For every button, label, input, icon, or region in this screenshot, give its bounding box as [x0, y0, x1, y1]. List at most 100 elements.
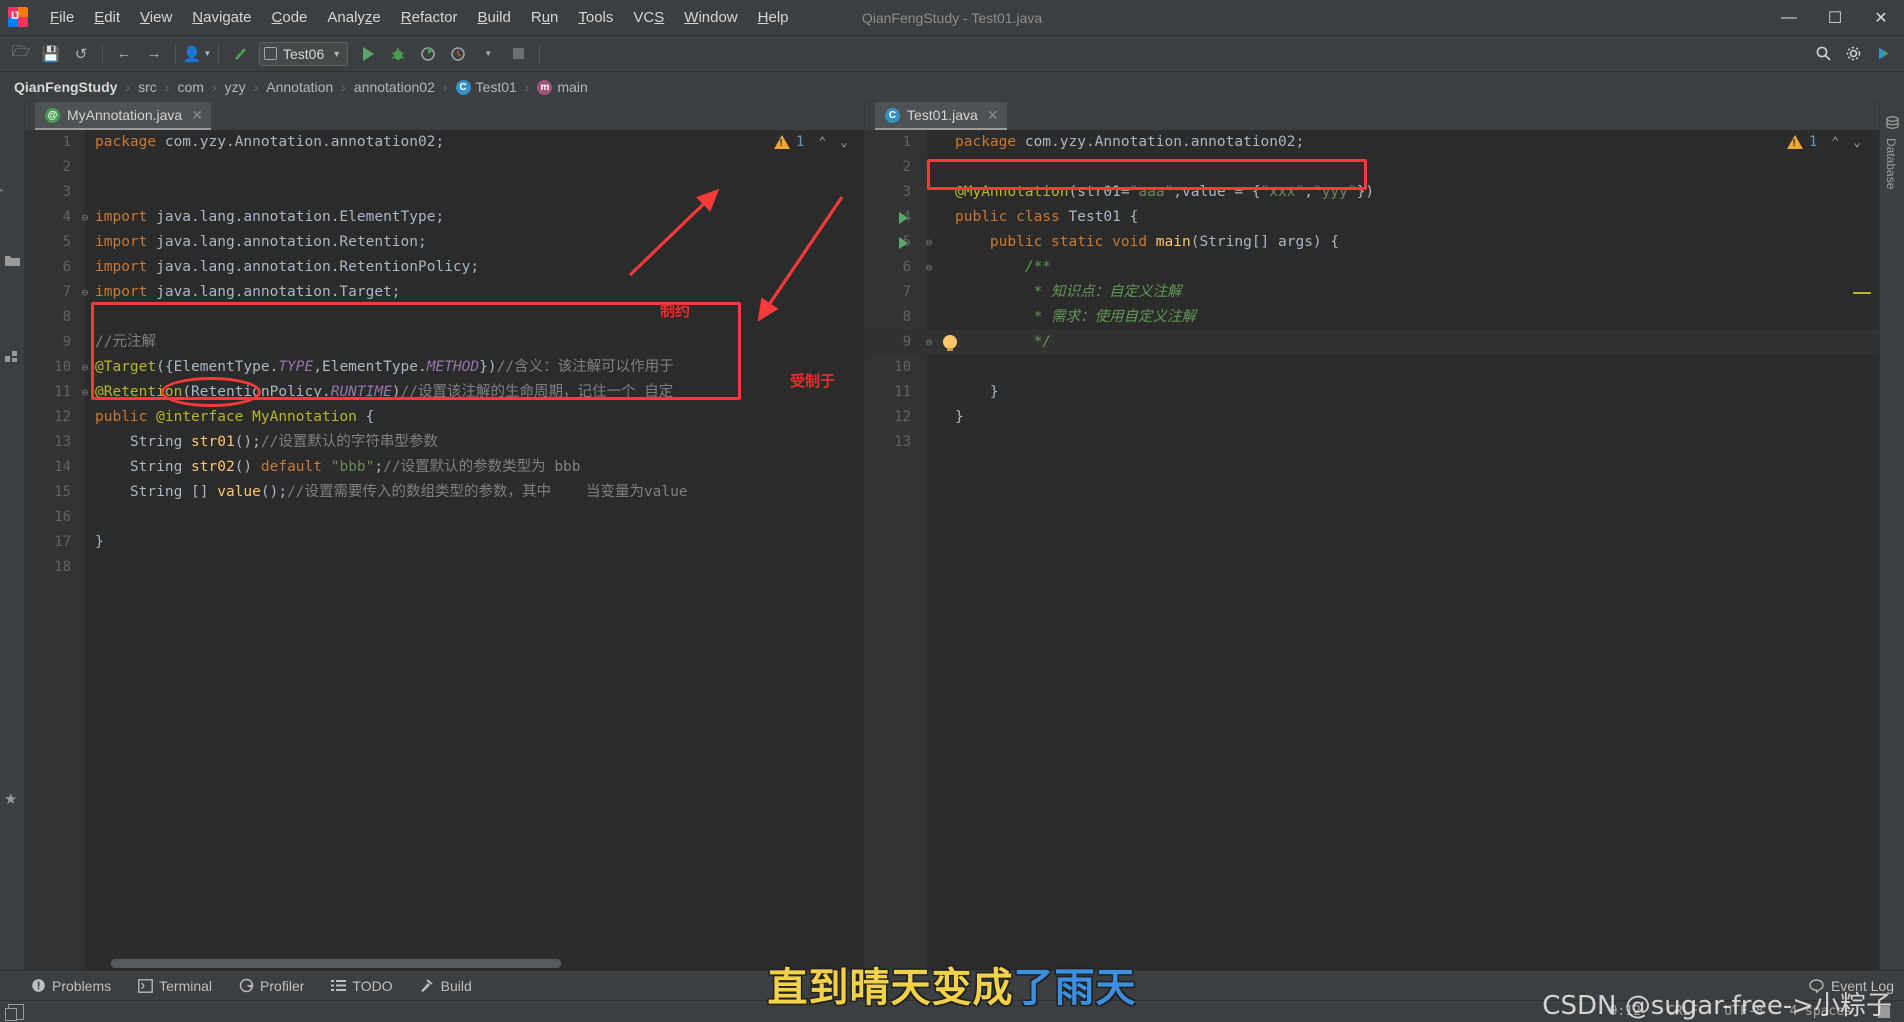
code-line[interactable]: String str01();//设置默认的字符串型参数: [95, 430, 438, 455]
code-line[interactable]: public class Test01 {: [955, 205, 1138, 230]
sidebar-item-structure[interactable]: Structure: [0, 233, 17, 331]
bottom-tab-terminal[interactable]: Terminal: [137, 978, 212, 994]
code-line[interactable]: * 知识点：自定义注解: [955, 280, 1182, 305]
breadcrumb[interactable]: QianFengStudy › src › com › yzy › Annotation › ann…: [0, 72, 1904, 102]
lock-icon[interactable]: [1878, 1005, 1890, 1018]
breadcrumb-item-com[interactable]: com: [177, 79, 203, 95]
code-line[interactable]: @Retention(RetentionPolicy.RUNTIME)//设置该…: [95, 380, 673, 405]
bottom-tab-todo[interactable]: TODO: [330, 978, 393, 994]
code-area-left[interactable]: 1 package com.yzy.Annotation.annotation02…: [25, 130, 864, 970]
sidebar-item-database[interactable]: Database: [1884, 138, 1898, 189]
breadcrumb-item-yzy[interactable]: yzy: [225, 79, 246, 95]
menu-item-window[interactable]: Window: [674, 5, 747, 31]
code-line[interactable]: @Target({ElementType.TYPE,ElementType.ME…: [95, 355, 674, 380]
close-icon[interactable]: ✕: [191, 107, 203, 124]
inspection-widget-left[interactable]: 1 ⌃ ⌄: [773, 134, 848, 150]
navigate-back-icon[interactable]: ←: [110, 41, 138, 67]
fold-toggle-icon[interactable]: ⊖: [79, 205, 91, 230]
code-line[interactable]: import java.lang.annotation.RetentionPol…: [95, 255, 479, 280]
profiler-button[interactable]: [444, 41, 472, 67]
tab-myannotation-java[interactable]: @ MyAnnotation.java ✕: [35, 102, 211, 130]
fold-toggle-icon[interactable]: ⊖: [923, 230, 935, 255]
layout-toggle-icon[interactable]: [5, 1003, 24, 1021]
menu-item-help[interactable]: Help: [748, 5, 799, 31]
sidebar-item-favorites[interactable]: Favorites: [0, 673, 17, 771]
menu-item-analyze[interactable]: Analyze: [317, 5, 390, 31]
inspection-widget-right[interactable]: 1 ⌃ ⌄: [1786, 134, 1861, 150]
bottom-tab-problems[interactable]: Problems: [30, 978, 111, 994]
code-line[interactable]: String str02() default "bbb";//设置默认的参数类型…: [95, 455, 581, 480]
horizontal-scrollbar-left[interactable]: [111, 959, 561, 968]
close-button[interactable]: ✕: [1858, 0, 1904, 36]
code-line[interactable]: String [] value();//设置需要传入的数组类型的参数，其中 当变…: [95, 480, 688, 505]
menu-item-navigate[interactable]: Navigate: [182, 5, 261, 31]
fold-toggle-icon[interactable]: ⊖: [923, 255, 935, 280]
search-icon[interactable]: [1809, 41, 1837, 67]
debug-button[interactable]: [384, 41, 412, 67]
menu-item-code[interactable]: Code: [262, 5, 318, 31]
open-project-icon[interactable]: 🗁: [7, 41, 35, 67]
chevron-up-icon[interactable]: ⌃: [1831, 135, 1839, 150]
code-line[interactable]: import java.lang.annotation.Target;: [95, 280, 401, 305]
navigate-forward-icon[interactable]: →: [140, 41, 168, 67]
code-line[interactable]: //元注解: [95, 330, 156, 355]
code-line[interactable]: import java.lang.annotation.Retention;: [95, 230, 427, 255]
bottom-tab-build[interactable]: Build: [419, 978, 472, 994]
breadcrumb-item-annotation02[interactable]: annotation02: [354, 79, 435, 95]
code-line[interactable]: /**: [955, 255, 1051, 280]
fold-toggle-icon[interactable]: ⊖: [79, 380, 91, 405]
updates-icon[interactable]: [1869, 41, 1897, 67]
file-encoding[interactable]: UTF-8: [1724, 1004, 1763, 1019]
menu-item-run[interactable]: Run: [521, 5, 569, 31]
profile-icon[interactable]: 👤 ▼: [183, 41, 212, 67]
bottom-tab-profiler[interactable]: Profiler: [238, 978, 304, 994]
menu-item-view[interactable]: View: [130, 5, 182, 31]
code-line[interactable]: }: [955, 405, 964, 430]
breadcrumb-item-src[interactable]: src: [138, 79, 157, 95]
breadcrumb-item-annotation[interactable]: Annotation: [266, 79, 333, 95]
code-line[interactable]: package com.yzy.Annotation.annotation02;: [955, 130, 1304, 155]
event-log-button[interactable]: Event Log: [1809, 978, 1894, 994]
run-button[interactable]: [354, 41, 382, 67]
breadcrumb-item-qianfengstudy[interactable]: QianFengStudy: [14, 79, 117, 95]
close-icon[interactable]: ✕: [987, 107, 999, 124]
tab-test01-java[interactable]: C Test01.java ✕: [875, 102, 1007, 130]
chevron-down-icon[interactable]: ▼: [474, 41, 502, 67]
menu-item-refactor[interactable]: Refactor: [391, 5, 468, 31]
menu-item-build[interactable]: Build: [467, 5, 520, 31]
save-all-icon[interactable]: 💾: [37, 41, 65, 67]
menu-item-vcs[interactable]: VCS: [623, 5, 674, 31]
fold-toggle-icon[interactable]: ⊖: [923, 330, 935, 355]
menu-item-file[interactable]: File: [40, 5, 84, 31]
menu-item-tools[interactable]: Tools: [568, 5, 623, 31]
code-line[interactable]: }: [955, 380, 999, 405]
code-line[interactable]: @MyAnnotation(str01="aaa",value = {"xxx"…: [955, 180, 1374, 205]
chevron-down-icon[interactable]: ⌄: [1853, 135, 1861, 150]
code-line[interactable]: public static void main(String[] args) {: [955, 230, 1339, 255]
sidebar-item-project[interactable]: Project: [0, 173, 17, 247]
code-line[interactable]: }: [95, 530, 104, 555]
sync-icon[interactable]: ↺: [67, 41, 95, 67]
fold-toggle-icon[interactable]: ⊖: [79, 355, 91, 380]
build-icon[interactable]: [226, 41, 254, 67]
minimize-button[interactable]: —: [1766, 0, 1812, 36]
code-line[interactable]: public @interface MyAnnotation {: [95, 405, 374, 430]
caret-position[interactable]: 9:12: [1610, 1004, 1641, 1019]
code-line[interactable]: import java.lang.annotation.ElementType;: [95, 205, 444, 230]
line-separator[interactable]: CRLF: [1667, 1004, 1698, 1019]
run-configuration-selector[interactable]: Test06 ▼: [259, 41, 349, 66]
stop-button[interactable]: [504, 41, 532, 67]
maximize-button[interactable]: ☐: [1812, 0, 1858, 36]
chevron-up-icon[interactable]: ⌃: [818, 135, 826, 150]
menu-bar[interactable]: File Edit View Navigate Code Analyze Refactor B…: [40, 0, 799, 36]
indent-setting[interactable]: 4 spaces: [1789, 1004, 1852, 1019]
code-line[interactable]: * 需求：使用自定义注解: [955, 305, 1196, 330]
run-gutter-icon[interactable]: [899, 212, 908, 224]
code-line[interactable]: */: [955, 330, 1051, 355]
window-controls[interactable]: — ☐ ✕: [1766, 0, 1904, 36]
breadcrumb-item-main[interactable]: m main: [537, 79, 588, 95]
run-with-coverage-button[interactable]: [414, 41, 442, 67]
menu-item-edit[interactable]: Edit: [84, 5, 130, 31]
breadcrumb-item-test01[interactable]: C Test01: [455, 79, 517, 95]
code-area-right[interactable]: 1 package com.yzy.Annotation.annotation02…: [865, 130, 1879, 970]
